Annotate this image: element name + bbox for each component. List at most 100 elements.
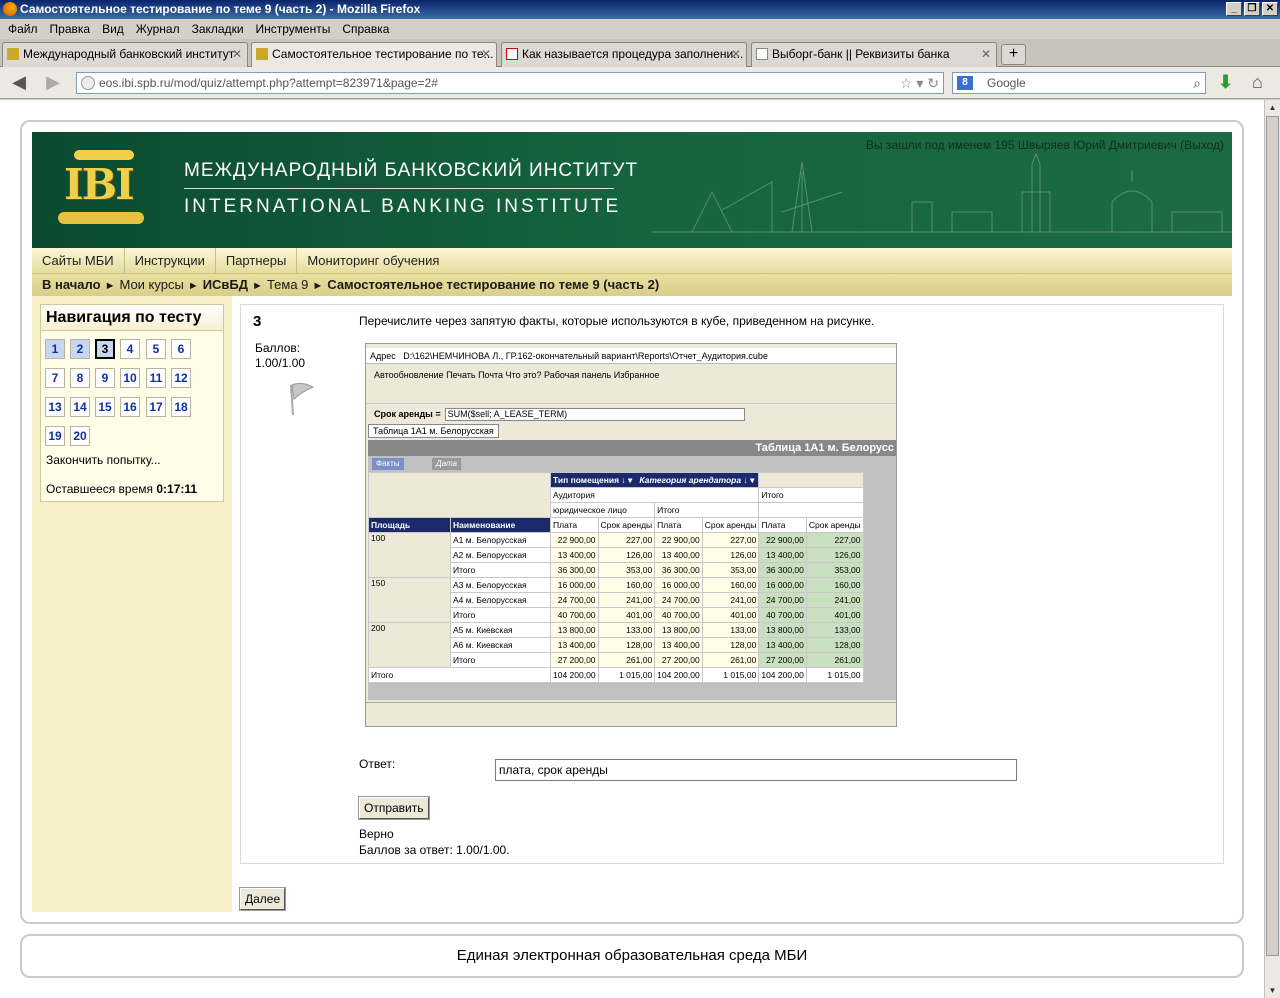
tab-mbi[interactable]: Международный банковский институт ✕ <box>2 42 248 67</box>
cube-table-row: 200 А5 м. Киевская 13 800,00 133,00 13 800,0… <box>368 622 864 668</box>
tab-vyborg[interactable]: Выборг-банк || Реквизиты банка ✕ <box>751 42 997 67</box>
question-9-button[interactable]: 9 <box>95 368 115 388</box>
window-title: Самостоятельное тестирование по теме 9 (… <box>20 2 421 16</box>
download-arrow-icon[interactable]: ⬇ <box>1218 72 1233 93</box>
question-7-button[interactable]: 7 <box>45 368 65 388</box>
cube-screenshot-image: Адрес D:\162\НЕМЧИНОВА Л., ГР.162-оконча… <box>365 343 897 727</box>
question-6-button[interactable]: 6 <box>171 339 191 359</box>
home-icon[interactable]: ⌂ <box>1252 72 1263 93</box>
flag-icon[interactable] <box>285 381 315 417</box>
question-10-button[interactable]: 10 <box>120 368 140 388</box>
breadcrumb-home[interactable]: В начало <box>42 277 101 292</box>
menu-bar: Файл Правка Вид Журнал Закладки Инструме… <box>0 19 1280 39</box>
question-1-button[interactable]: 1 <box>45 339 65 359</box>
url-text: eos.ibi.spb.ru/mod/quiz/attempt.php?atte… <box>99 76 438 90</box>
menu-edit[interactable]: Правка <box>44 19 97 39</box>
nav-partners[interactable]: Партнеры <box>216 248 298 273</box>
back-arrow-icon[interactable]: ◀ <box>8 73 30 93</box>
window-titlebar: Самостоятельное тестирование по теме 9 (… <box>0 0 1280 19</box>
menu-tools[interactable]: Инструменты <box>250 19 337 39</box>
minimize-button[interactable]: _ <box>1226 2 1242 16</box>
breadcrumb-courses[interactable]: Мои курсы <box>119 277 183 292</box>
answer-input[interactable] <box>495 759 1017 781</box>
scroll-down-arrow-icon[interactable]: ▼ <box>1266 983 1279 998</box>
question-11-button[interactable]: 11 <box>146 368 166 388</box>
breadcrumb-current: Самостоятельное тестирование по теме 9 (… <box>327 277 660 292</box>
menu-history[interactable]: Журнал <box>130 19 186 39</box>
url-bar[interactable]: eos.ibi.spb.ru/mod/quiz/attempt.php?atte… <box>76 72 944 94</box>
breadcrumb-topic[interactable]: Тема 9 <box>267 277 308 292</box>
question-5-button[interactable]: 5 <box>146 339 166 359</box>
question-17-button[interactable]: 17 <box>146 397 166 417</box>
yandex-favicon-icon <box>506 48 518 60</box>
close-button[interactable]: ✕ <box>1262 2 1278 16</box>
nav-monitoring[interactable]: Мониторинг обучения <box>297 248 449 273</box>
globe-icon <box>81 76 95 90</box>
site-footer: Единая электронная образовательная среда… <box>20 934 1244 978</box>
close-tab-icon[interactable]: ✕ <box>731 43 741 65</box>
time-remaining: Оставшееся время 0:17:11 <box>46 482 198 496</box>
submit-button[interactable]: Отправить <box>358 796 430 820</box>
question-12-button[interactable]: 12 <box>171 368 191 388</box>
navigation-toolbar: ◀ ▶ eos.ibi.spb.ru/mod/quiz/attempt.php?… <box>0 67 1280 99</box>
quiz-nav-title: Навигация по тесту <box>41 305 223 331</box>
cube-table-row: Итого 104 200,00 1 015,00 104 200,00 1 015,0… <box>368 667 864 683</box>
question-18-button[interactable]: 18 <box>171 397 191 417</box>
breadcrumb-course[interactable]: ИСвБД <box>203 277 248 292</box>
question-15-button[interactable]: 15 <box>95 397 115 417</box>
search-placeholder: Google <box>987 76 1026 90</box>
tab-label: Международный банковский институт <box>23 47 235 61</box>
google-engine-icon[interactable]: 8 <box>957 76 973 90</box>
page-viewport: IBI МЕЖДУНАРОДНЫЙ БАНКОВСКИЙ ИНСТИТУТ IN… <box>0 100 1264 998</box>
question-16-button[interactable]: 16 <box>120 397 140 417</box>
question-13-button[interactable]: 13 <box>45 397 65 417</box>
nav-instructions[interactable]: Инструкции <box>125 248 216 273</box>
new-tab-button[interactable]: + <box>1001 44 1026 65</box>
cube-table-row: 150 А3 м. Белорусская 16 000,00 160,00 16 00… <box>368 577 864 623</box>
tab-label: Как называется процедура заполнени... <box>522 47 744 61</box>
search-icon[interactable]: ⌕ <box>1193 73 1201 93</box>
close-tab-icon[interactable]: ✕ <box>481 43 491 65</box>
menu-help[interactable]: Справка <box>336 19 395 39</box>
institute-name-en: INTERNATIONAL BANKING INSTITUTE <box>184 196 622 217</box>
vertical-scrollbar[interactable]: ▲ ▼ <box>1264 100 1280 998</box>
question-3-button[interactable]: 3 <box>95 339 115 359</box>
question-19-button[interactable]: 19 <box>45 426 65 446</box>
time-value: 0:17:11 <box>156 482 198 496</box>
question-8-button[interactable]: 8 <box>70 368 90 388</box>
page-favicon-icon <box>756 48 768 60</box>
firefox-icon <box>3 2 17 16</box>
forward-arrow-icon[interactable]: ▶ <box>42 73 64 93</box>
menu-view[interactable]: Вид <box>96 19 130 39</box>
search-bar[interactable]: 8 Google ⌕ <box>952 72 1206 94</box>
finish-attempt-link[interactable]: Закончить попытку... <box>46 453 161 467</box>
tab-label: Выборг-банк || Реквизиты банка <box>772 47 950 61</box>
question-14-button[interactable]: 14 <box>70 397 90 417</box>
menu-file[interactable]: Файл <box>2 19 44 39</box>
cube-table-row: 100 А1 м. Белорусская 22 900,00 227,00 22 90… <box>368 532 864 578</box>
grade-value: 1.00/1.00 <box>255 356 306 370</box>
tab-label: Самостоятельное тестирование по те... <box>272 47 494 61</box>
question-20-button[interactable]: 20 <box>70 426 90 446</box>
login-info[interactable]: Вы зашли под именем 195 Швыряев Юрий Дми… <box>866 138 1224 152</box>
city-skyline-image <box>652 152 1232 233</box>
scroll-up-arrow-icon[interactable]: ▲ <box>1266 100 1279 115</box>
next-button[interactable]: Далее <box>238 887 287 911</box>
ibi-logo: IBI <box>56 148 152 228</box>
close-tab-icon[interactable]: ✕ <box>232 43 242 65</box>
close-tab-icon[interactable]: ✕ <box>981 43 991 65</box>
answer-label: Ответ: <box>359 757 396 771</box>
bookmark-star-icon[interactable]: ☆ ▾ ↻ <box>900 73 939 93</box>
scrollbar-thumb[interactable] <box>1266 116 1279 956</box>
tab-quiz[interactable]: Самостоятельное тестирование по те... ✕ <box>251 42 497 68</box>
question-2-button[interactable]: 2 <box>70 339 90 359</box>
nav-sites[interactable]: Сайты МБИ <box>32 248 125 273</box>
restore-button[interactable]: ❐ <box>1244 2 1260 16</box>
quiz-navigation-block: Навигация по тесту 1 2 3 4 5 6 7 8 9 10 … <box>40 304 224 502</box>
question-4-button[interactable]: 4 <box>120 339 140 359</box>
grade-label: Баллов: <box>255 341 301 355</box>
menu-bookmarks[interactable]: Закладки <box>186 19 250 39</box>
left-column: Навигация по тесту 1 2 3 4 5 6 7 8 9 10 … <box>32 296 232 912</box>
tab-yandex[interactable]: Как называется процедура заполнени... ✕ <box>501 42 747 67</box>
mbi-favicon-icon <box>7 48 19 60</box>
